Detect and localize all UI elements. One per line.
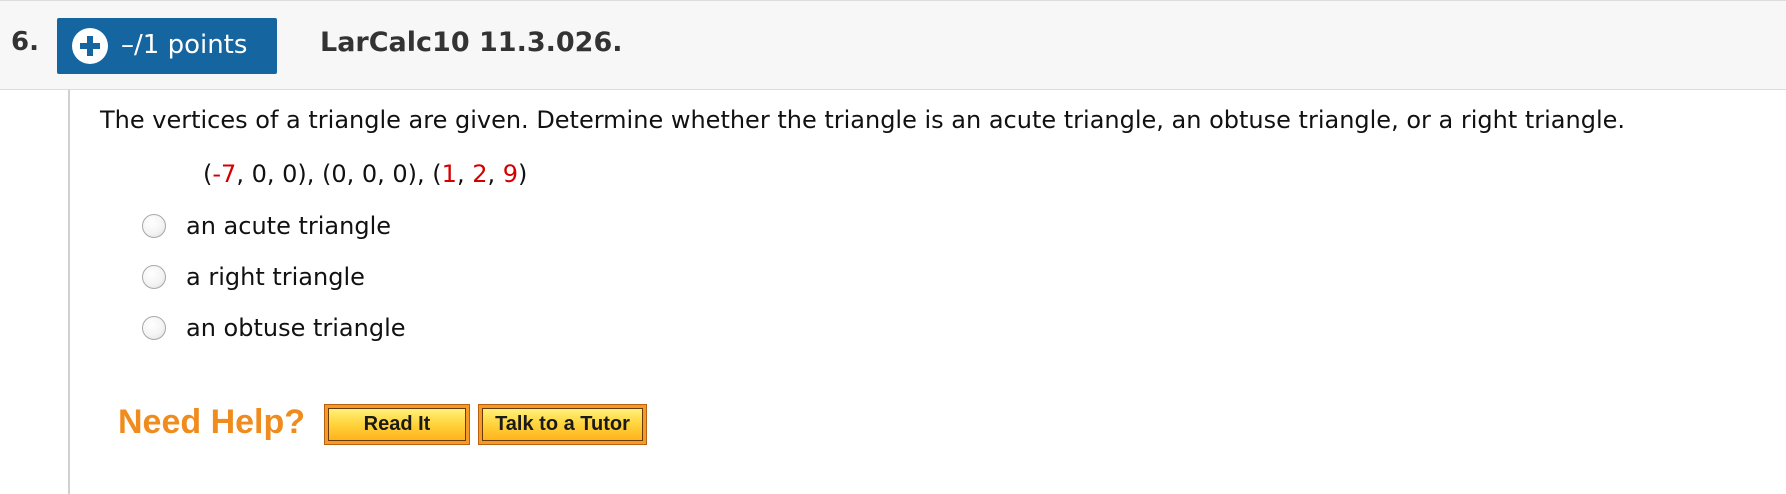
points-label: –/1 points <box>121 30 248 60</box>
vertices-text: , 0, 0), (0, 0, 0), ( <box>236 160 442 188</box>
option-label-right: a right triangle <box>186 263 365 291</box>
question-header: 6. –/1 points LarCalc10 11.3.026. <box>0 0 1786 90</box>
assignment-id: LarCalc10 11.3.026. <box>320 27 623 58</box>
question-text: The vertices of a triangle are given. De… <box>100 106 1626 134</box>
option-label-acute: an acute triangle <box>186 212 391 240</box>
plus-circle-icon <box>72 28 108 64</box>
vertices-text: , <box>487 160 503 188</box>
triangle-vertices: (-7, 0, 0), (0, 0, 0), (1, 2, 9) <box>203 160 527 188</box>
need-help-label: Need Help? <box>118 403 306 441</box>
vertex-3-z: 9 <box>502 160 519 188</box>
read-it-button[interactable]: Read It <box>324 404 470 445</box>
vertices-text: , <box>456 160 473 188</box>
vertex-3-y: 2 <box>472 160 488 188</box>
question-body: The vertices of a triangle are given. De… <box>68 90 1786 494</box>
vertices-text: ) <box>518 160 528 188</box>
radio-button-obtuse[interactable] <box>142 316 166 340</box>
talk-to-tutor-button[interactable]: Talk to a Tutor <box>478 404 647 445</box>
vertex-3-x: 1 <box>441 160 457 188</box>
points-button[interactable]: –/1 points <box>57 18 277 74</box>
read-it-label: Read It <box>328 408 466 441</box>
option-label-obtuse: an obtuse triangle <box>186 314 406 342</box>
talk-to-tutor-label: Talk to a Tutor <box>482 408 643 441</box>
radio-button-acute[interactable] <box>142 214 166 238</box>
vertices-text: ( <box>203 160 213 188</box>
question-number: 6. <box>11 27 39 57</box>
vertex-1-x: -7 <box>212 160 237 188</box>
radio-button-right[interactable] <box>142 265 166 289</box>
